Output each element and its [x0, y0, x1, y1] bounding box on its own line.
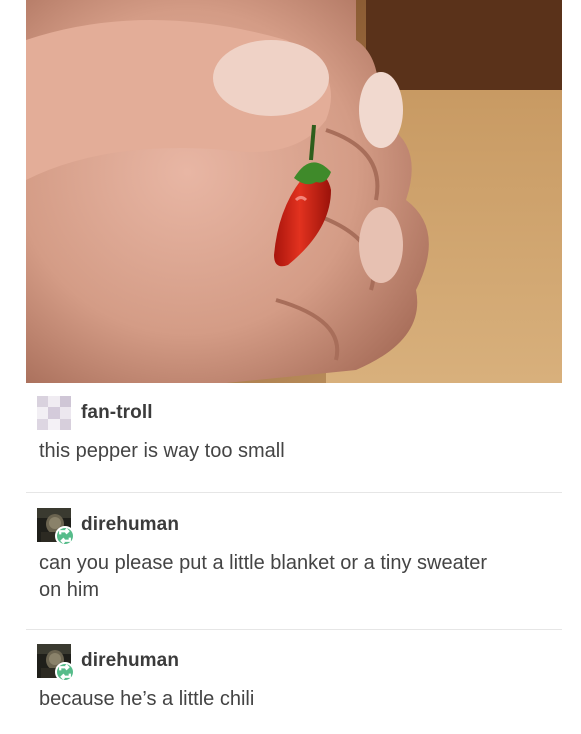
post-direhuman-2: direhuman because he’s a little chili [26, 641, 562, 713]
hand-holding-tiny-pepper-photo [26, 0, 562, 383]
post-header: fan-troll [26, 393, 562, 433]
avatar[interactable] [37, 508, 75, 546]
divider [26, 629, 562, 630]
pixelated-avatar-icon [37, 396, 71, 430]
post-header: direhuman [26, 505, 562, 546]
username[interactable]: fan-troll [81, 402, 153, 424]
tumblr-post-screenshot: fan-troll this pepper is way too small d… [0, 0, 581, 734]
post-fan-troll: fan-troll this pepper is way too small [26, 393, 562, 465]
avatar[interactable] [37, 396, 71, 430]
post-text: because he’s a little chili [39, 688, 255, 710]
post-header: direhuman [26, 641, 562, 682]
reblog-icon [55, 526, 75, 546]
post-direhuman-1: direhuman can you please put a little bl… [26, 505, 562, 604]
post-text: can you please put a little blanket or a… [39, 552, 488, 601]
avatar[interactable] [37, 644, 75, 682]
username[interactable]: direhuman [81, 514, 179, 536]
username[interactable]: direhuman [81, 650, 179, 672]
reblog-icon [55, 662, 75, 682]
post-text: this pepper is way too small [39, 440, 285, 462]
divider [26, 492, 562, 493]
